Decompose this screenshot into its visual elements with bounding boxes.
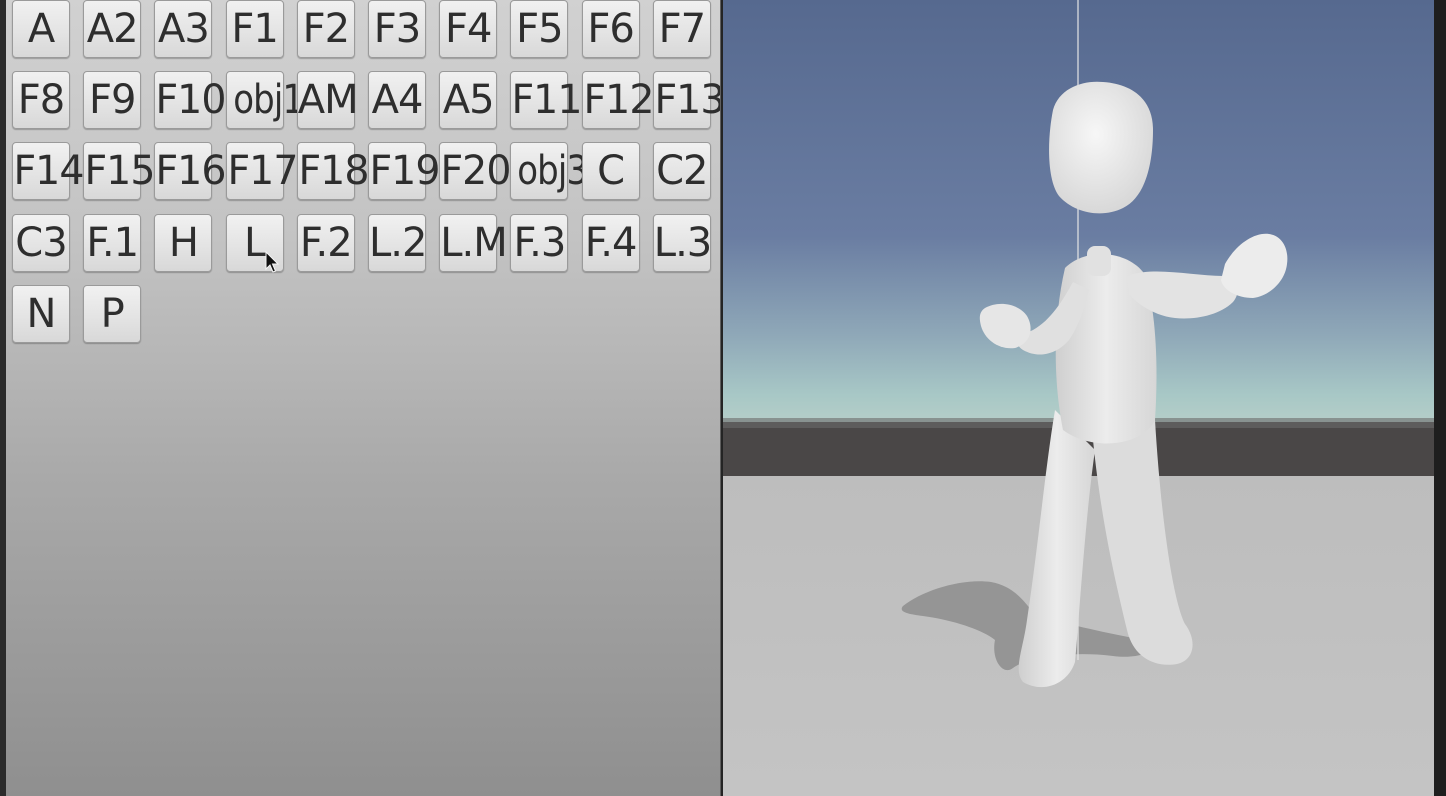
animation-button-label: F1	[231, 6, 278, 52]
animation-button-label: N	[26, 290, 57, 337]
animation-button-p[interactable]: P	[83, 284, 142, 343]
animation-button-f-1[interactable]: F.1	[83, 213, 142, 272]
animation-button-obj3[interactable]: obj3	[510, 142, 588, 201]
animation-button-label: F3	[373, 6, 421, 52]
animation-button-label: H	[168, 219, 199, 266]
animation-button-label: C	[597, 148, 625, 195]
animation-button-label: F19	[369, 148, 440, 195]
animation-button-label: F18	[298, 148, 369, 195]
animation-button-a[interactable]: A	[12, 0, 70, 58]
animation-button-panel: A A2 A3 F1 F2 F3 F4 F5 F6 F7 F8 F9 F10 obj1 AM A4 A5 F11 F…	[6, 0, 721, 796]
animation-button-a5[interactable]: A5	[439, 71, 498, 130]
viewport-right-edge	[1434, 0, 1446, 796]
animation-button-f11[interactable]: F11	[510, 71, 583, 130]
animation-button-label: F.1	[86, 219, 139, 266]
animation-button-label: A2	[86, 6, 139, 52]
animation-button-f15[interactable]: F15	[83, 142, 156, 201]
animation-button-f3[interactable]: F3	[368, 0, 426, 58]
animation-button-label: A	[27, 6, 55, 52]
animation-button-n[interactable]: N	[12, 284, 70, 343]
animation-button-f6[interactable]: F6	[581, 0, 640, 58]
animation-button-label: obj3	[517, 148, 589, 195]
animation-button-label: C2	[656, 148, 708, 195]
animation-button-l-3[interactable]: L.3	[652, 213, 712, 272]
animation-button-label: AM	[297, 77, 359, 124]
scene-viewport[interactable]	[723, 0, 1434, 796]
animation-button-f13[interactable]: F13	[652, 71, 720, 130]
animation-button-f-4[interactable]: F.4	[581, 213, 640, 272]
animation-button-label: F9	[88, 77, 136, 124]
animation-button-label: F13	[654, 77, 721, 124]
animation-button-f9[interactable]: F9	[83, 71, 142, 130]
animation-button-label: F7	[658, 6, 706, 52]
animation-button-label: F10	[155, 77, 227, 124]
animation-button-f14[interactable]: F14	[12, 142, 84, 201]
animation-button-label: L.3	[653, 219, 712, 266]
animation-button-f10[interactable]: F10	[154, 71, 227, 130]
animation-button-label: F20	[440, 148, 512, 195]
animation-button-label: F.2	[299, 219, 353, 266]
animation-button-label: F.4	[584, 219, 638, 266]
scene-render	[723, 0, 1434, 796]
animation-button-a4[interactable]: A4	[368, 71, 426, 130]
animation-button-label: F2	[302, 6, 350, 52]
app-window: A A2 A3 F1 F2 F3 F4 F5 F6 F7 F8 F9 F10 obj1 AM A4 A5 F11 F…	[0, 0, 1446, 796]
animation-button-label: A5	[442, 77, 495, 124]
animation-button-f18[interactable]: F18	[296, 142, 369, 201]
animation-button-a2[interactable]: A2	[83, 0, 142, 58]
animation-button-f16[interactable]: F16	[154, 142, 227, 201]
animation-button-label: F12	[583, 77, 654, 124]
figure-neck	[1087, 246, 1111, 276]
figure-head	[1049, 81, 1153, 214]
animation-button-l-m[interactable]: L.M	[439, 213, 508, 272]
animation-button-label: F16	[155, 148, 227, 195]
animation-button-f12[interactable]: F12	[581, 71, 654, 130]
animation-button-am[interactable]: AM	[296, 71, 359, 130]
animation-button-label: F4	[444, 6, 492, 52]
mouse-pointer-icon	[265, 251, 280, 273]
animation-button-label: F11	[511, 77, 583, 124]
animation-button-c[interactable]: C	[581, 142, 640, 201]
animation-button-label: A3	[157, 6, 210, 52]
animation-button-label: F8	[17, 77, 65, 124]
animation-button-label: F15	[84, 148, 156, 195]
animation-button-f1[interactable]: F1	[225, 0, 284, 58]
animation-button-label: L	[243, 219, 266, 266]
animation-button-label: L.2	[369, 219, 427, 266]
animation-button-h[interactable]: H	[154, 213, 213, 272]
animation-button-f-3[interactable]: F.3	[510, 213, 569, 272]
animation-button-label: F.3	[513, 219, 567, 266]
animation-button-label: F17	[227, 148, 298, 195]
animation-button-f5[interactable]: F5	[510, 0, 569, 58]
animation-button-f7[interactable]: F7	[652, 0, 711, 58]
animation-button-label: F14	[13, 148, 84, 195]
animation-button-label: obj1	[232, 77, 304, 124]
animation-button-f20[interactable]: F20	[439, 142, 512, 201]
animation-button-label: A4	[371, 77, 424, 124]
animation-button-label: L.M	[440, 219, 508, 266]
animation-button-f8[interactable]: F8	[12, 71, 70, 130]
animation-button-label: F6	[587, 6, 634, 52]
animation-button-f-2[interactable]: F.2	[296, 213, 355, 272]
animation-button-f19[interactable]: F19	[368, 142, 440, 201]
animation-button-label: F5	[516, 6, 563, 52]
animation-button-l-2[interactable]: L.2	[368, 213, 427, 272]
animation-button-c2[interactable]: C2	[652, 142, 711, 201]
animation-button-c3[interactable]: C3	[12, 213, 70, 272]
animation-button-a3[interactable]: A3	[154, 0, 213, 58]
animation-button-label: P	[100, 290, 125, 337]
animation-button-f4[interactable]: F4	[439, 0, 498, 58]
animation-button-label: C3	[15, 219, 67, 266]
animation-button-f17[interactable]: F17	[225, 142, 298, 201]
animation-button-f2[interactable]: F2	[296, 0, 355, 58]
animation-button-obj1[interactable]: obj1	[225, 71, 304, 130]
